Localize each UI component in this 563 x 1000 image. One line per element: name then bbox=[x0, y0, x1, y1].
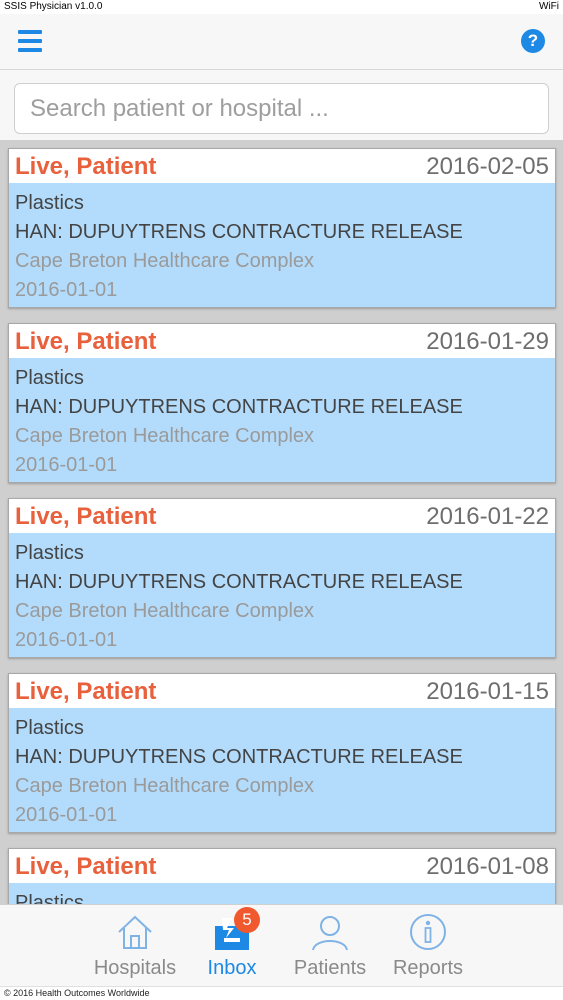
hospital: Cape Breton Healthcare Complex bbox=[15, 250, 315, 272]
specialty: Plastics bbox=[15, 892, 84, 904]
tab-label: Reports bbox=[392, 957, 464, 979]
nav-bar: ? bbox=[0, 14, 563, 70]
house-icon bbox=[118, 915, 152, 949]
inbox-card[interactable]: Live, Patient 2016-01-29 Plastics HAN: D… bbox=[8, 323, 556, 483]
procedure: HAN: DUPUYTRENS CONTRACTURE RELEASE bbox=[15, 396, 463, 418]
tab-reports[interactable]: Reports bbox=[378, 905, 478, 987]
hospital: Cape Breton Healthcare Complex bbox=[15, 600, 315, 622]
procedure: HAN: DUPUYTRENS CONTRACTURE RELEASE bbox=[15, 571, 463, 593]
inbox-card[interactable]: Live, Patient 2016-01-15 Plastics HAN: D… bbox=[8, 673, 556, 833]
patient-name: Live, Patient bbox=[15, 853, 157, 880]
footer: © 2016 Health Outcomes Worldwide bbox=[0, 986, 563, 1000]
card-header: Live, Patient 2016-02-05 bbox=[9, 149, 555, 183]
hamburger-icon[interactable] bbox=[18, 30, 42, 52]
inbox-card[interactable]: Live, Patient 2016-02-05 Plastics HAN: D… bbox=[8, 148, 556, 308]
hospital: Cape Breton Healthcare Complex bbox=[15, 425, 315, 447]
card-date: 2016-02-05 bbox=[426, 153, 549, 180]
procedure: HAN: DUPUYTRENS CONTRACTURE RELEASE bbox=[15, 221, 463, 243]
tab-label: Hospitals bbox=[93, 957, 177, 979]
specialty: Plastics bbox=[15, 192, 84, 214]
card-date: 2016-01-08 bbox=[426, 853, 549, 880]
inbox-list[interactable]: Live, Patient 2016-02-05 Plastics HAN: D… bbox=[0, 140, 563, 904]
surgery-date: 2016-01-01 bbox=[15, 279, 118, 301]
card-header: Live, Patient 2016-01-29 bbox=[9, 324, 555, 358]
card-header: Live, Patient 2016-01-15 bbox=[9, 674, 555, 708]
specialty: Plastics bbox=[15, 367, 84, 389]
tab-label: Inbox bbox=[207, 957, 257, 979]
search-area bbox=[0, 70, 563, 140]
card-date: 2016-01-29 bbox=[426, 328, 549, 355]
patient-name: Live, Patient bbox=[15, 153, 157, 180]
patient-name: Live, Patient bbox=[15, 328, 157, 355]
hospital: Cape Breton Healthcare Complex bbox=[15, 775, 315, 797]
inbox-card[interactable]: Live, Patient 2016-01-08 Plastics bbox=[8, 848, 556, 904]
network-status: WiFi bbox=[539, 1, 559, 12]
card-header: Live, Patient 2016-01-08 bbox=[9, 849, 555, 883]
specialty: Plastics bbox=[15, 717, 84, 739]
tab-hospitals[interactable]: Hospitals bbox=[85, 905, 185, 987]
tab-bar: Hospitals 5 Inbox Patients Reports bbox=[0, 904, 563, 986]
help-icon[interactable]: ? bbox=[521, 29, 545, 53]
surgery-date: 2016-01-01 bbox=[15, 454, 118, 476]
surgery-date: 2016-01-01 bbox=[15, 804, 118, 826]
info-icon bbox=[410, 914, 446, 950]
inbox-badge: 5 bbox=[234, 907, 260, 933]
surgery-date: 2016-01-01 bbox=[15, 629, 118, 651]
tab-label: Patients bbox=[293, 957, 367, 979]
card-date: 2016-01-15 bbox=[426, 678, 549, 705]
search-input[interactable] bbox=[14, 83, 549, 134]
status-bar: SSIS Physician v1.0.0 WiFi bbox=[0, 0, 563, 14]
inbox-card[interactable]: Live, Patient 2016-01-22 Plastics HAN: D… bbox=[8, 498, 556, 658]
tab-patients[interactable]: Patients bbox=[280, 905, 380, 987]
card-header: Live, Patient 2016-01-22 bbox=[9, 499, 555, 533]
patient-name: Live, Patient bbox=[15, 503, 157, 530]
card-date: 2016-01-22 bbox=[426, 503, 549, 530]
app-version-text: SSIS Physician v1.0.0 bbox=[4, 1, 103, 12]
specialty: Plastics bbox=[15, 542, 84, 564]
person-icon bbox=[312, 916, 348, 951]
tab-inbox[interactable]: 5 Inbox bbox=[182, 905, 282, 987]
patient-name: Live, Patient bbox=[15, 678, 157, 705]
procedure: HAN: DUPUYTRENS CONTRACTURE RELEASE bbox=[15, 746, 463, 768]
